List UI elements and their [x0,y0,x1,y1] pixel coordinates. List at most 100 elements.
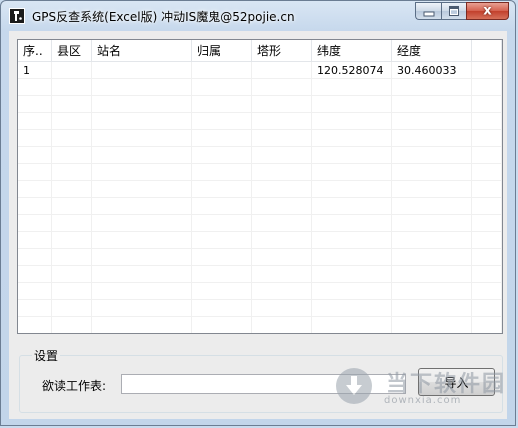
column-header-station[interactable]: 站名 [92,40,192,62]
column-header-tower-type[interactable]: 塔形 [252,40,312,62]
table-cell [392,300,472,317]
table-cell [312,147,392,164]
empty-row [18,317,502,333]
table-cell [312,317,392,333]
window-title: GPS反查系统(Excel版) 冲动IS魔鬼@52pojie.cn [32,10,295,24]
table-cell: 30.460033 [392,62,472,79]
table-cell [312,249,392,266]
table-cell [92,198,192,215]
table-cell [312,215,392,232]
table-cell [312,283,392,300]
empty-row [18,300,502,317]
table-cell [472,164,502,181]
table-cell [392,181,472,198]
table-cell [392,283,472,300]
column-header-blank[interactable] [472,40,502,62]
column-header-county[interactable]: 县区 [52,40,92,62]
table-cell [312,198,392,215]
empty-row [18,215,502,232]
table-cell [18,130,52,147]
title-bar[interactable]: GPS反查系统(Excel版) 冲动IS魔鬼@52pojie.cn x [1,1,515,31]
table-cell [92,164,192,181]
column-header-longitude[interactable]: 经度 [392,40,472,62]
table-cell [472,79,502,96]
table-cell [252,62,312,79]
column-header-owner[interactable]: 归属 [192,40,252,62]
settings-group-label: 设置 [32,347,61,364]
table-cell [392,249,472,266]
table-cell [392,96,472,113]
column-header-index[interactable]: 序.. [18,40,52,62]
table-cell [252,232,312,249]
table-cell [392,164,472,181]
table-cell: 120.528074 [312,62,392,79]
close-button[interactable]: x [466,2,509,20]
table-cell [52,232,92,249]
table-cell [18,283,52,300]
table-cell [52,113,92,130]
table-cell [472,147,502,164]
table-cell [52,215,92,232]
table-cell [252,266,312,283]
table-cell [52,300,92,317]
table-cell [472,266,502,283]
empty-row [18,113,502,130]
table-cell [192,300,252,317]
table-cell [192,164,252,181]
empty-row [18,198,502,215]
table-cell [18,147,52,164]
table-cell [192,113,252,130]
table-cell [252,317,312,333]
table-cell [192,181,252,198]
column-header-latitude[interactable]: 纬度 [312,40,392,62]
table-cell [472,96,502,113]
table-cell [18,96,52,113]
table-cell [252,300,312,317]
table-cell [252,147,312,164]
empty-row [18,232,502,249]
maximize-icon [449,6,459,16]
table-cell [392,130,472,147]
maximize-button[interactable] [441,2,466,20]
table-cell [472,283,502,300]
import-button[interactable]: 导入 [418,368,495,396]
table-cell [392,79,472,96]
empty-row [18,181,502,198]
table-cell [252,79,312,96]
table-cell [18,164,52,181]
table-cell [252,96,312,113]
table-cell [472,181,502,198]
table-cell [252,215,312,232]
empty-row [18,130,502,147]
table-row[interactable]: 1 120.528074 30.460033 [18,62,502,79]
table-cell [52,317,92,333]
worksheet-path-input[interactable] [121,374,406,394]
table-cell [252,249,312,266]
client-area: 序.. 县区 站名 归属 塔形 纬度 经度 1 120.528074 30.4600… [9,31,507,419]
table-cell [472,198,502,215]
results-listview[interactable]: 序.. 县区 站名 归属 塔形 纬度 经度 1 120.528074 30.4600… [17,39,503,334]
table-cell [192,266,252,283]
table-cell [52,96,92,113]
table-cell [312,232,392,249]
worksheet-label: 欲读工作表: [42,379,107,393]
table-cell [52,130,92,147]
table-cell [472,62,502,79]
empty-row [18,249,502,266]
table-cell [92,181,192,198]
table-cell [92,232,192,249]
app-icon [9,8,25,24]
table-cell [392,147,472,164]
listview-header: 序.. 县区 站名 归属 塔形 纬度 经度 [18,40,502,62]
table-cell [92,249,192,266]
table-cell [192,130,252,147]
table-cell [472,130,502,147]
minimize-button[interactable] [415,2,441,20]
table-cell [52,62,92,79]
close-icon: x [483,3,492,19]
table-cell [252,113,312,130]
empty-row [18,164,502,181]
table-cell [392,232,472,249]
table-cell [192,249,252,266]
table-cell [472,249,502,266]
